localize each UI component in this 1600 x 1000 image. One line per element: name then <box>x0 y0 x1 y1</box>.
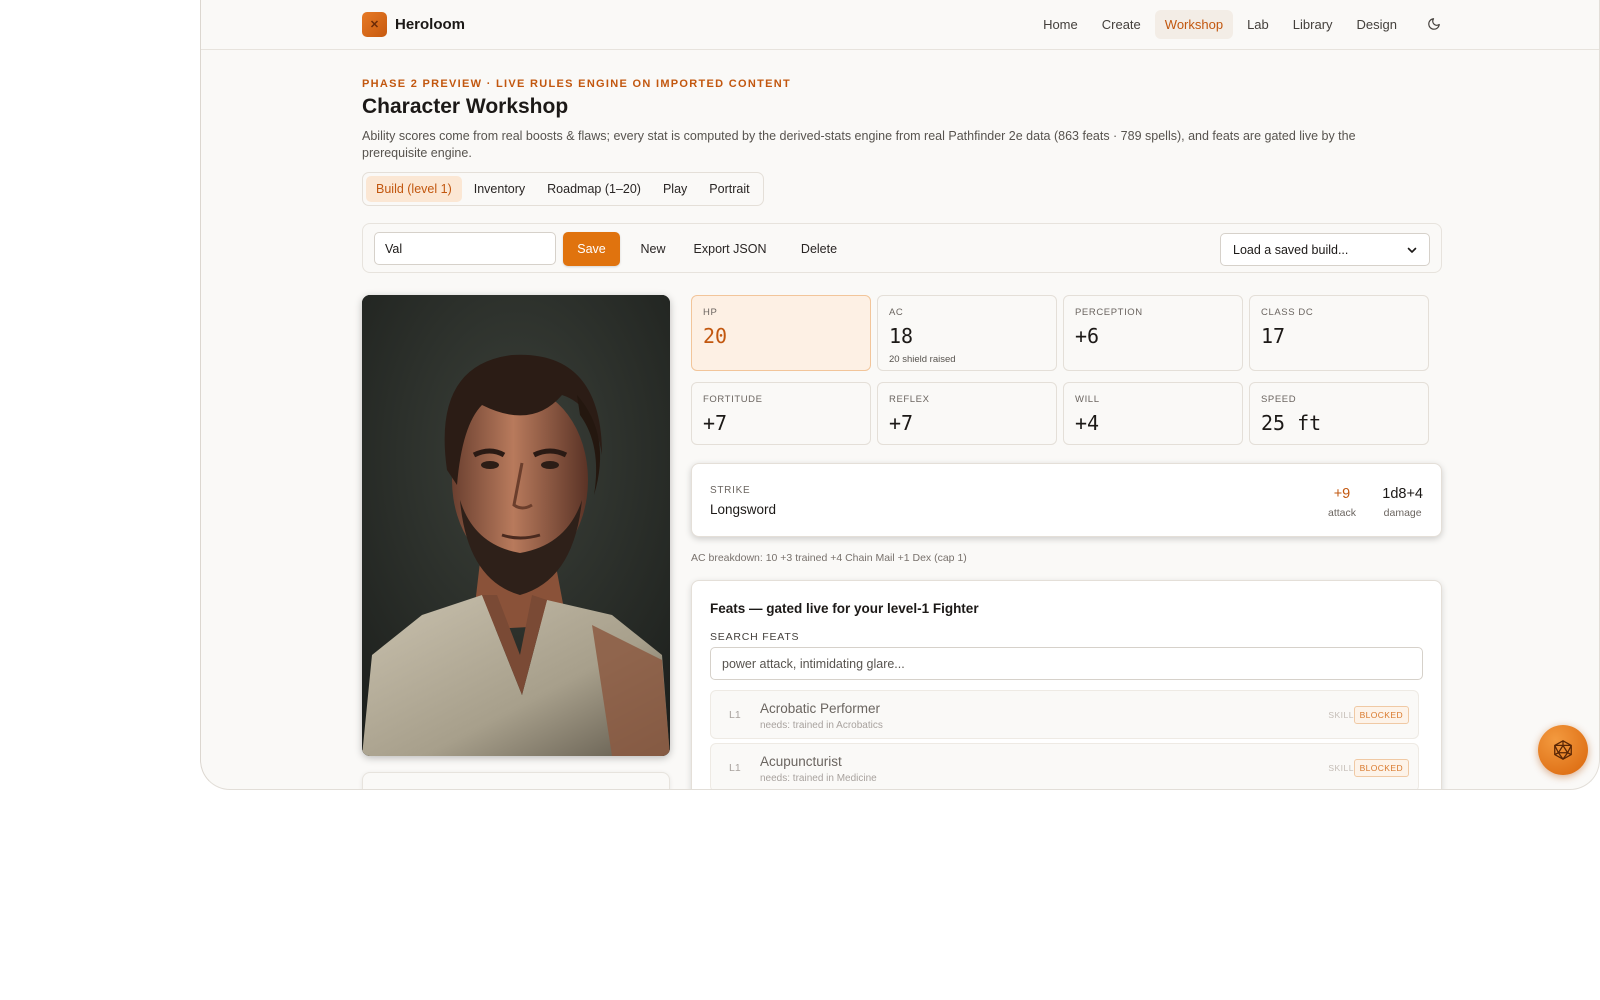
stat-class-dc: CLASS DC 17 <box>1249 295 1429 371</box>
stat-ac: AC 18 20 shield raised <box>877 295 1057 371</box>
nav-workshop[interactable]: Workshop <box>1154 9 1234 39</box>
theme-toggle-button[interactable] <box>1419 9 1449 39</box>
character-portrait <box>362 295 670 756</box>
stat-value: +7 <box>703 411 728 435</box>
stat-label: FORTITUDE <box>703 394 763 405</box>
stat-label: AC <box>889 307 904 318</box>
stat-will: WILL +4 <box>1063 382 1243 445</box>
d20-dice-icon <box>1554 740 1572 760</box>
stat-note: 20 shield raised <box>889 354 956 365</box>
ac-breakdown: AC breakdown: 10 +3 trained +4 Chain Mai… <box>691 552 967 564</box>
export-json-button[interactable]: Export JSON <box>685 232 775 266</box>
swords-logo-icon: ✕ <box>362 12 387 37</box>
stat-fortitude: FORTITUDE +7 <box>691 382 871 445</box>
stat-label: SPEED <box>1261 394 1297 405</box>
tab-play[interactable]: Play <box>653 176 697 202</box>
top-navbar: ✕ Heroloom Home Create Workshop Lab Libr… <box>201 0 1599 50</box>
stat-label: REFLEX <box>889 394 930 405</box>
portrait-image <box>362 295 670 756</box>
feat-type-tag: SKILL <box>1328 763 1354 773</box>
page-title: Character Workshop <box>362 95 569 118</box>
strike-attack: +9 attack <box>1328 486 1356 519</box>
nav-home[interactable]: Home <box>1033 10 1088 39</box>
tab-roadmap[interactable]: Roadmap (1–20) <box>537 176 651 202</box>
stat-label: HP <box>703 307 718 318</box>
feat-row[interactable]: L1 Acrobatic Performer needs: trained in… <box>710 690 1419 739</box>
strike-card[interactable]: STRIKE Longsword +9 attack 1d8+4 damage <box>691 463 1442 537</box>
feat-row[interactable]: L1 Acupuncturist needs: trained in Medic… <box>710 743 1419 789</box>
feat-level: L1 <box>729 762 741 774</box>
stat-value: 18 <box>889 324 914 348</box>
tab-portrait[interactable]: Portrait <box>699 176 759 202</box>
feat-prerequisite: needs: trained in Acrobatics <box>760 720 883 731</box>
load-build-select[interactable]: Load a saved build... <box>1220 233 1430 266</box>
stat-label: WILL <box>1075 394 1100 405</box>
main-content: PHASE 2 PREVIEW · LIVE RULES ENGINE ON I… <box>362 78 1442 789</box>
stat-perception: PERCEPTION +6 <box>1063 295 1243 371</box>
stat-value: 25 ft <box>1261 411 1322 435</box>
workshop-tabs: Build (level 1) Inventory Roadmap (1–20)… <box>362 172 764 206</box>
stat-label: PERCEPTION <box>1075 307 1143 318</box>
moon-icon <box>1428 18 1440 30</box>
strike-attack-label: attack <box>1327 507 1356 519</box>
load-build-select-value: Load a saved build... <box>1233 242 1349 257</box>
brand-name: Heroloom <box>395 16 466 33</box>
portrait-secondary-card <box>362 772 670 789</box>
stat-value: +7 <box>889 411 914 435</box>
stat-label: CLASS DC <box>1261 307 1314 318</box>
delete-button[interactable]: Delete <box>791 232 847 266</box>
nav-create[interactable]: Create <box>1092 10 1151 39</box>
stat-reflex: REFLEX +7 <box>877 382 1057 445</box>
strike-damage: 1d8+4 damage <box>1382 486 1423 519</box>
strike-attack-value: +9 <box>1333 486 1351 502</box>
main-nav: Home Create Workshop Lab Library Design <box>1033 9 1449 39</box>
stat-value: +4 <box>1075 411 1100 435</box>
chevron-down-icon <box>1407 247 1417 253</box>
feats-search-input[interactable] <box>710 647 1423 680</box>
stat-value: 17 <box>1261 324 1286 348</box>
feat-name: Acrobatic Performer <box>760 701 881 716</box>
character-name-input[interactable] <box>374 232 556 265</box>
feat-type-tag: SKILL <box>1328 710 1354 720</box>
stat-value: 20 <box>703 324 728 348</box>
strike-damage-value: 1d8+4 <box>1382 486 1423 502</box>
feat-status-badge: BLOCKED <box>1353 706 1409 724</box>
nav-design[interactable]: Design <box>1347 10 1407 39</box>
tab-build[interactable]: Build (level 1) <box>366 176 462 202</box>
strike-weapon-name: Longsword <box>710 502 777 517</box>
tab-inventory[interactable]: Inventory <box>464 176 535 202</box>
brand[interactable]: ✕ Heroloom <box>362 12 465 37</box>
nav-library[interactable]: Library <box>1283 10 1343 39</box>
feats-title: Feats — gated live for your level-1 Figh… <box>710 601 979 616</box>
feat-name: Acupuncturist <box>760 754 842 769</box>
stat-speed: SPEED 25 ft <box>1249 382 1429 445</box>
app-window: ✕ Heroloom Home Create Workshop Lab Libr… <box>200 0 1600 790</box>
page-subtitle: Ability scores come from real boosts & f… <box>362 129 1356 160</box>
stat-hp: HP 20 <box>691 295 871 371</box>
feats-search-label: SEARCH FEATS <box>710 631 800 643</box>
dice-roller-button[interactable] <box>1538 725 1588 775</box>
new-button[interactable]: New <box>628 232 678 266</box>
feats-panel: Feats — gated live for your level-1 Figh… <box>691 580 1442 789</box>
strike-damage-label: damage <box>1383 507 1422 519</box>
feat-status-badge: BLOCKED <box>1353 759 1409 777</box>
save-button[interactable]: Save <box>563 232 620 266</box>
feat-level: L1 <box>729 709 741 721</box>
feat-prerequisite: needs: trained in Medicine <box>760 773 877 784</box>
page-eyebrow: PHASE 2 PREVIEW · LIVE RULES ENGINE ON I… <box>362 78 792 90</box>
build-toolbar: Save New Export JSON Delete Load a saved… <box>362 223 1442 273</box>
strike-label: STRIKE <box>710 485 751 496</box>
stat-value: +6 <box>1075 324 1100 348</box>
nav-lab[interactable]: Lab <box>1237 10 1279 39</box>
